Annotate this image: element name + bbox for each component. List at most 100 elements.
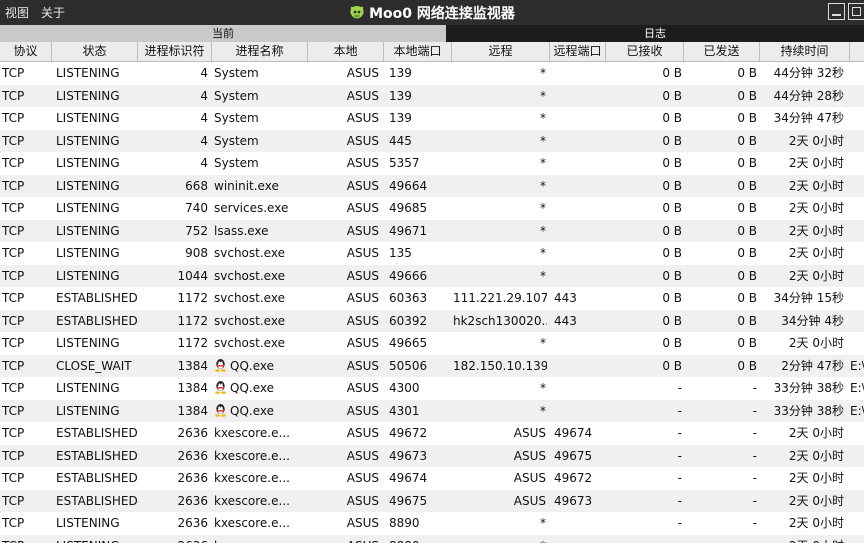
cell-received: - — [677, 448, 682, 463]
cell-extra: E:\ — [850, 358, 864, 373]
cell-sent: 0 B — [737, 133, 757, 148]
cell-pid: 1172 — [177, 291, 208, 305]
cell-remote-port — [554, 175, 604, 198]
cell-local: ASUS — [346, 178, 379, 193]
table-row[interactable]: TCP LISTENING 4 System ASUS 139 * 0 B 0 … — [0, 107, 864, 130]
cell-extra — [850, 265, 864, 288]
cell-process-name: svchost.exe — [214, 265, 308, 288]
col-header-received[interactable]: 已接收 — [606, 42, 684, 61]
table-row[interactable]: TCP ESTABLISHED 2636 kxescore.e... ASUS … — [0, 444, 864, 467]
cell-protocol: TCP — [2, 66, 25, 80]
table-row[interactable]: TCP LISTENING 752 lsass.exe ASUS 49671 *… — [0, 219, 864, 243]
table-row[interactable]: TCP LISTENING 740 services.exe ASUS 4968… — [0, 197, 864, 220]
cell-received: 0 B — [662, 156, 682, 170]
col-header-remote[interactable]: 远程 — [452, 42, 550, 61]
cell-pid: 668 — [185, 178, 208, 193]
cell-local: ASUS — [346, 358, 379, 373]
table-row[interactable]: TCP LISTENING 2636 kxescore.e... ASUS 88… — [0, 534, 864, 543]
cell-remote-port: 49673 — [554, 493, 593, 508]
table-row[interactable]: TCP CLOSE_WAIT 1384 QQ.exe ASUS 50506 18… — [0, 354, 864, 377]
cell-protocol: TCP — [2, 88, 25, 103]
cell-received: 0 B — [662, 268, 682, 283]
table-row[interactable]: TCP LISTENING 1384 QQ.exe ASUS 4300 * - … — [0, 377, 864, 400]
cell-extra — [850, 467, 864, 490]
table-row[interactable]: TCP ESTABLISHED 2636 kxescore.e... ASUS … — [0, 422, 864, 445]
cell-remote-port — [554, 400, 604, 423]
table-row[interactable]: TCP LISTENING 4 System ASUS 445 * 0 B 0 … — [0, 129, 864, 152]
cell-received: 0 B — [662, 223, 682, 238]
cell-remote-port — [554, 377, 604, 400]
cell-state: LISTENING — [56, 535, 138, 543]
cell-remote-port: 443 — [554, 291, 577, 305]
cell-protocol: TCP — [2, 291, 25, 305]
cell-state: LISTENING — [56, 336, 120, 350]
col-header-duration[interactable]: 持续时间 — [760, 42, 850, 61]
cell-extra — [850, 220, 864, 243]
col-header-pid[interactable]: 进程标识符 — [138, 42, 212, 61]
table-row[interactable]: TCP ESTABLISHED 1172 svchost.exe ASUS 60… — [0, 309, 864, 332]
process-name-text: kxescore.e... — [214, 471, 290, 485]
col-header-extra[interactable] — [850, 42, 864, 61]
cell-state: LISTENING — [56, 201, 120, 215]
cell-state: ESTABLISHED — [56, 493, 138, 508]
cell-local: ASUS — [346, 403, 379, 418]
cell-sent: 0 B — [737, 246, 757, 260]
cell-sent: - — [752, 493, 757, 508]
cell-received: 0 B — [662, 336, 682, 350]
table-row[interactable]: TCP LISTENING 4 System ASUS 5357 * 0 B 0… — [0, 152, 864, 175]
table-row[interactable]: TCP LISTENING 1044 svchost.exe ASUS 4966… — [0, 264, 864, 288]
cell-protocol: TCP — [2, 448, 25, 463]
cell-local-port: 50506 — [389, 358, 428, 373]
cell-duration: 2天 0小时 — [760, 535, 846, 543]
table-row[interactable]: TCP LISTENING 2636 kxescore.e... ASUS 88… — [0, 512, 864, 535]
table-row[interactable]: TCP LISTENING 4 System ASUS 139 * 0 B 0 … — [0, 84, 864, 107]
col-header-remote-port[interactable]: 远程端口 — [550, 42, 606, 61]
app-title: Moo0 网络连接监视器 — [0, 3, 864, 25]
cell-local: ASUS — [346, 66, 379, 80]
process-name-text: QQ.exe — [230, 358, 274, 373]
table-row[interactable]: TCP ESTABLISHED 2636 kxescore.e... ASUS … — [0, 467, 864, 490]
cell-process-name: wininit.exe — [214, 175, 308, 198]
col-header-state[interactable]: 状态 — [52, 42, 138, 61]
process-name-text: System — [214, 111, 259, 125]
col-header-protocol[interactable]: 协议 — [0, 42, 52, 61]
maximize-button[interactable] — [848, 3, 864, 20]
col-header-process-name[interactable]: 进程名称 — [212, 42, 308, 61]
cell-received: - — [677, 493, 682, 508]
table-row[interactable]: TCP LISTENING 908 svchost.exe ASUS 135 *… — [0, 242, 864, 265]
process-name-text: System — [214, 66, 259, 80]
minimize-button[interactable] — [828, 3, 845, 20]
table-row[interactable]: TCP LISTENING 4 System ASUS 139 * 0 B 0 … — [0, 62, 864, 85]
cell-local-port: 49675 — [389, 493, 428, 508]
cell-remote: * — [540, 223, 546, 238]
cell-received: 0 B — [662, 111, 682, 125]
cell-local-port: 445 — [389, 133, 412, 148]
col-header-local[interactable]: 本地 — [308, 42, 384, 61]
tab-log[interactable]: 日志 — [446, 25, 864, 42]
cell-sent: 0 B — [737, 223, 757, 238]
process-name-text: svchost.exe — [214, 313, 285, 328]
title-bar: 视图 关于 Moo0 网络连接监视器 — [0, 0, 864, 25]
table-row[interactable]: TCP ESTABLISHED 2636 kxescore.e... ASUS … — [0, 489, 864, 512]
cell-protocol: TCP — [2, 133, 25, 148]
col-header-local-port[interactable]: 本地端口 — [384, 42, 452, 61]
cell-duration: 33分钟 38秒 — [773, 381, 844, 395]
cell-remote-port: 49672 — [554, 471, 593, 485]
table-row[interactable]: TCP LISTENING 1172 svchost.exe ASUS 4966… — [0, 332, 864, 355]
cell-received: 0 B — [662, 133, 682, 148]
cell-process-name: lsass.exe — [214, 220, 308, 243]
cell-remote-port — [554, 220, 604, 243]
cell-duration: 44分钟 28秒 — [773, 88, 844, 103]
table-row[interactable]: TCP LISTENING 668 wininit.exe ASUS 49664… — [0, 174, 864, 198]
table-row[interactable]: TCP LISTENING 1384 QQ.exe ASUS 4301 * - … — [0, 399, 864, 423]
cell-pid: 2636 — [177, 426, 208, 440]
cell-protocol: TCP — [2, 201, 25, 215]
cell-remote-port — [554, 62, 604, 85]
tab-current[interactable]: 当前 — [0, 25, 446, 42]
col-header-sent[interactable]: 已发送 — [684, 42, 760, 61]
cell-remote-port — [554, 152, 604, 175]
cell-local-port: 49673 — [389, 448, 428, 463]
cell-process-name: kxescore.e... — [214, 535, 308, 543]
cell-extra — [850, 152, 864, 175]
table-row[interactable]: TCP ESTABLISHED 1172 svchost.exe ASUS 60… — [0, 287, 864, 310]
